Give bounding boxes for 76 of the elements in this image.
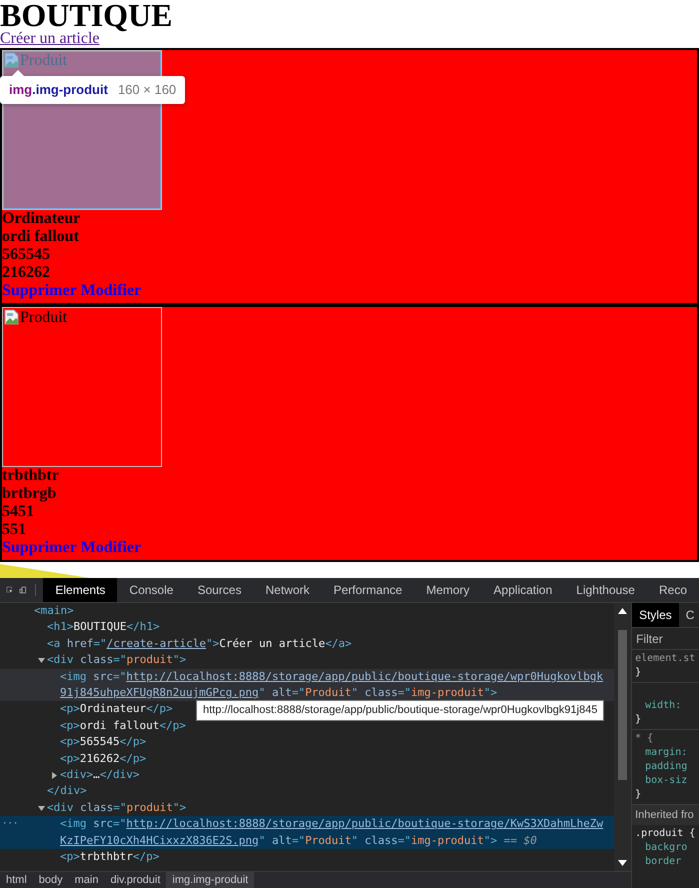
tree-row[interactable]: <div>…</div> (0, 767, 614, 784)
element-size: 160 × 160 (118, 81, 176, 99)
scrollbar[interactable] (614, 603, 632, 871)
code-line: <img src="http://localhost:8888/storage/app/public/boutique-storage/KwS3XDahmLheZwKzIPeFY10cXh4HCixxzX836E2S.png" alt="Produit" class="img-produit"> == $0 (60, 816, 604, 849)
image-alt-text: Produit (20, 309, 68, 326)
code-line: <p>ordi fallout</p> (60, 718, 186, 734)
more-dots[interactable]: ··· (2, 816, 18, 833)
inherited-header: Inherited fro (632, 805, 699, 825)
code-line: <p>565545</p> (60, 734, 146, 750)
tree-row[interactable]: <h1>BOUTIQUE</h1> (0, 619, 614, 636)
product-detail: 216262 (2, 264, 50, 282)
css-selector: * { (635, 732, 654, 746)
expanded-triangle-icon[interactable] (36, 804, 46, 813)
code-line: <div class="produit"> (47, 800, 186, 816)
breadcrumb[interactable]: html (0, 872, 33, 888)
broken-image-icon (4, 309, 20, 325)
devtools-tab[interactable]: Application (482, 578, 564, 602)
broken-image-icon (4, 52, 20, 68)
product-detail: brtbrgb (2, 485, 56, 503)
css-property: box-siz (644, 774, 688, 788)
code-line: <p>trbthbtr</p> (60, 849, 160, 866)
breadcrumb[interactable]: main (68, 872, 104, 888)
product-detail: 551 (2, 521, 26, 539)
css-property: padding (644, 760, 688, 774)
css-selector: .produit { (635, 827, 696, 841)
tree-row[interactable]: ··· <img src="http://localhost:8888/storage/app/public/boutique-storage/KwS3XDahmLheZwKzIPeFY10cXh4HCixxzX836E2S.png" alt="Produit" class="img-produit"> == $0 (0, 816, 614, 850)
devtools-tab[interactable]: Lighthouse (564, 578, 647, 602)
devtools-tab[interactable]: Reco (646, 578, 699, 602)
styles-tab[interactable]: C (678, 603, 699, 627)
tree-row[interactable]: <div class="produit"> (0, 800, 614, 816)
code-line: <a href="/create-article">Créer un article</a> (47, 636, 352, 652)
devtools-tab[interactable]: Sources (185, 578, 254, 602)
tree-row[interactable]: <p>216262</p> (0, 750, 614, 768)
element-selector: img.img-produit (9, 81, 108, 99)
css-selector: element.st (635, 652, 696, 666)
code-line: <main> (34, 603, 74, 619)
closing-brace: } (635, 666, 642, 680)
scroll-down-icon[interactable] (618, 860, 628, 866)
product-detail: Ordinateur (2, 210, 80, 228)
css-property: margin: (644, 746, 688, 760)
devtools-tab[interactable]: Performance (322, 578, 414, 602)
tree-row[interactable]: <main> (0, 603, 614, 620)
product-detail: trbthbtr (2, 467, 59, 485)
product-detail: 565545 (2, 246, 50, 264)
devtools-tab[interactable]: Memory (414, 578, 482, 602)
devtools-tab[interactable]: Network (253, 578, 322, 602)
tree-row[interactable]: <div class="produit"> (0, 652, 614, 669)
page-heading: BOUTIQUE (0, 0, 174, 30)
scroll-up-icon[interactable] (618, 608, 628, 614)
css-property: border (644, 855, 682, 869)
css-property: width: (644, 699, 682, 713)
tree-row[interactable]: <a href="/create-article">Créer un article</a> (0, 636, 614, 652)
breadcrumb[interactable]: div.produit (104, 872, 166, 888)
code-line: <h1>BOUTIQUE</h1> (47, 619, 160, 636)
code-line: </div> (47, 783, 87, 800)
closing-brace: } (635, 713, 642, 727)
devtools-tab[interactable]: Console (117, 578, 186, 602)
expanded-triangle-icon[interactable] (36, 656, 46, 666)
url-tooltip: http://localhost:8888/storage/app/public/boutique-storage/wpr0Hugkovlbgk91j845 (196, 700, 604, 721)
devtools-tab[interactable]: Elements (43, 578, 118, 602)
collapsed-triangle-icon[interactable] (50, 771, 58, 780)
code-line: <div class="produit"> (47, 652, 186, 668)
product-detail: ordi fallout (2, 228, 79, 246)
product-detail: 5451 (2, 503, 34, 521)
code-line: <p>216262</p> (60, 750, 146, 767)
scroll-thumb[interactable] (618, 630, 628, 780)
breadcrumb[interactable]: body (32, 872, 69, 888)
tree-row[interactable]: <p>trbthbtr</p> (0, 849, 614, 866)
tree-row[interactable]: <p>565545</p> (0, 734, 614, 751)
image-alt-text: Produit (20, 52, 68, 69)
css-property: backgro (644, 841, 688, 855)
closing-brace: } (635, 788, 642, 802)
styles-tab[interactable]: Styles (632, 603, 679, 627)
code-line: <div>…</div> (60, 767, 140, 784)
breadcrumb[interactable]: img.img-produit (166, 872, 254, 888)
create-article-link[interactable]: Créer un article (0, 30, 100, 47)
